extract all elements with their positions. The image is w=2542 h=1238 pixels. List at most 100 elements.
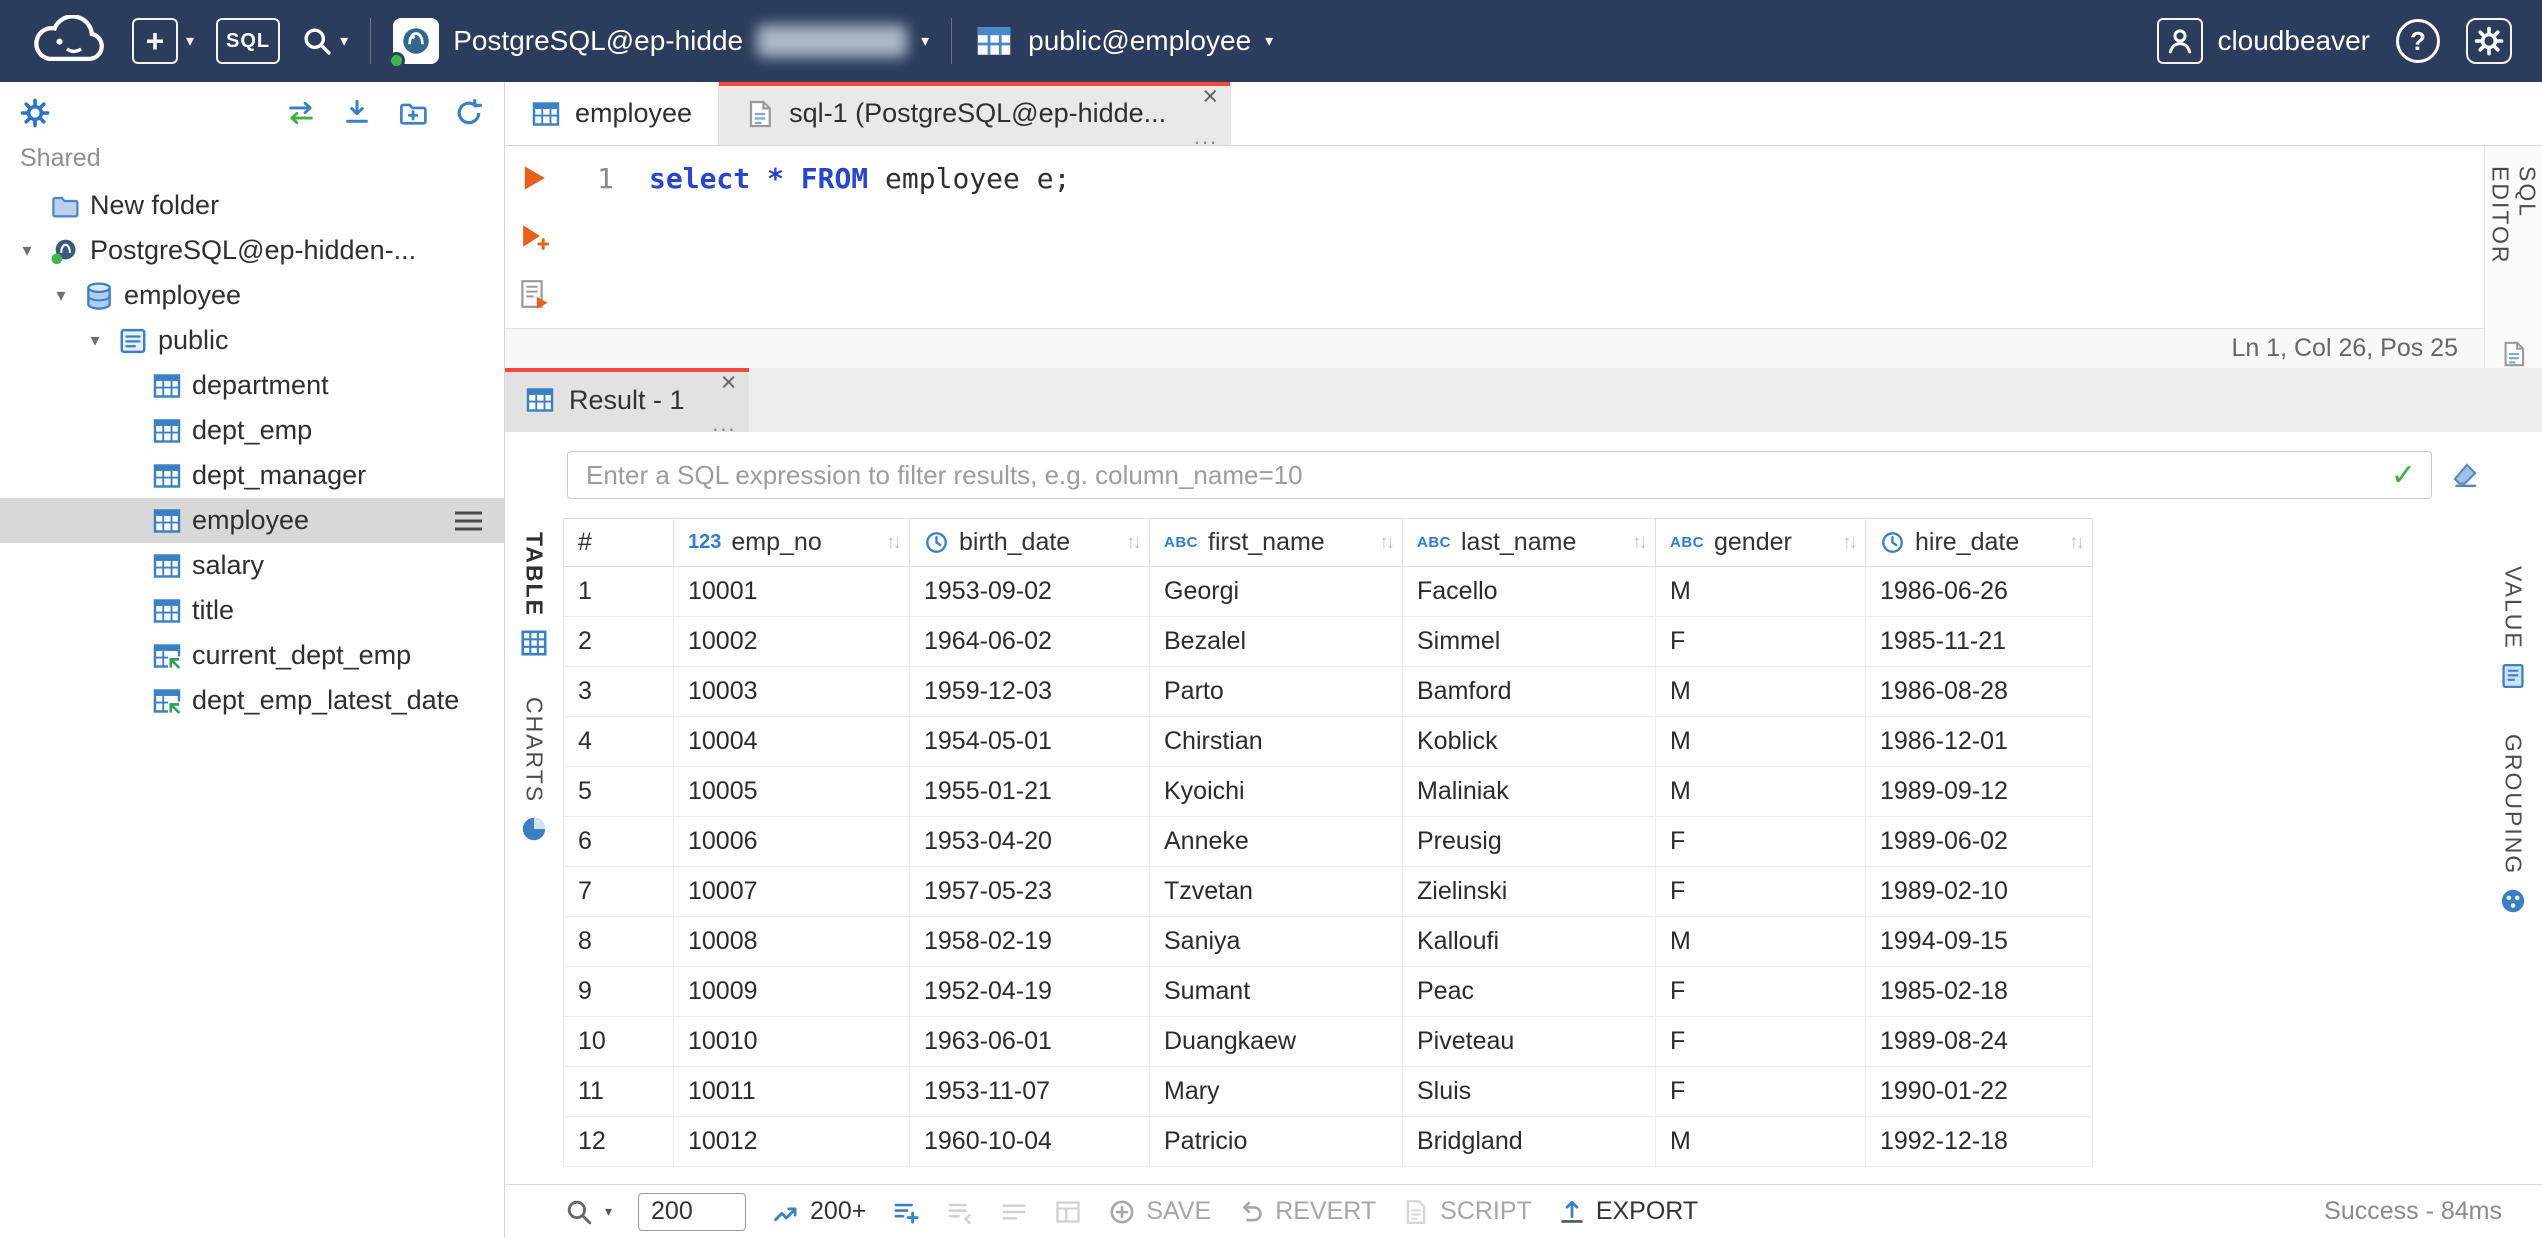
add-row-icon[interactable] [892,1198,920,1226]
sidebar-item-employee[interactable]: ▾ employee [0,273,504,318]
row-number-cell[interactable]: 3 [563,666,674,717]
grid-cell[interactable]: Peac [1402,966,1656,1017]
grid-cell[interactable]: 10004 [673,716,910,767]
grid-cell[interactable]: Sumant [1149,966,1403,1017]
sidebar-item-title[interactable]: title [0,588,504,633]
editor-tab-sql-1-postgresql-ep-hidde[interactable]: sql-1 (PostgreSQL@ep-hidde... ×... [719,82,1232,147]
column-header-first-name[interactable]: ABC first_name ↑↓ [1149,518,1403,567]
grid-cell[interactable]: 1953-09-02 [909,566,1150,617]
grid-cell[interactable]: M [1655,666,1866,717]
execute-script-icon[interactable] [518,278,550,310]
save-button[interactable]: SAVE [1108,1197,1211,1226]
execute-query-icon[interactable] [518,162,550,194]
sort-icon[interactable]: ↑↓ [886,532,902,554]
sort-icon[interactable]: ↑↓ [1842,532,1858,554]
new-folder-icon[interactable] [398,98,428,128]
grid-cell[interactable]: Kalloufi [1402,916,1656,967]
connection-search-button[interactable]: ▾ [302,26,348,56]
sort-icon[interactable]: ↑↓ [1126,532,1142,554]
editor-tab-employee[interactable]: employee [505,82,720,145]
sort-icon[interactable]: ↑↓ [1379,532,1395,554]
grid-cell[interactable]: 1986-08-28 [1865,666,2093,717]
sidebar-item-postgresql-ep-hidden[interactable]: ▾ PostgreSQL@ep-hidden-... [0,228,504,273]
connection-selector[interactable]: PostgreSQL@ep-hidde ▾ [388,18,929,69]
sidebar-item-dept-emp[interactable]: dept_emp [0,408,504,453]
help-button[interactable]: ? [2396,19,2440,63]
grid-cell[interactable]: M [1655,916,1866,967]
grid-cell[interactable]: Zielinski [1402,866,1656,917]
grid-cell[interactable]: M [1655,1116,1866,1167]
grid-cell[interactable]: M [1655,716,1866,767]
grid-cell[interactable]: Georgi [1149,566,1403,617]
grid-cell[interactable]: Parto [1149,666,1403,717]
sort-icon[interactable]: ↑↓ [1632,532,1648,554]
grid-cell[interactable]: 1989-02-10 [1865,866,2093,917]
grid-cell[interactable]: Piveteau [1402,1016,1656,1067]
sidebar-item-employee[interactable]: employee [0,498,504,543]
sidebar-item-dept-emp-latest-date[interactable]: dept_emp_latest_date [0,678,504,723]
grid-cell[interactable]: M [1655,766,1866,817]
grid-cell[interactable]: 1960-10-04 [909,1116,1150,1167]
presentation-tab-charts[interactable]: CHARTS [520,697,548,843]
grid-cell[interactable]: Bezalel [1149,616,1403,667]
fetch-size-input[interactable] [638,1192,747,1231]
cloudbeaver-logo-icon[interactable] [30,15,110,67]
grid-cell[interactable]: 10003 [673,666,910,717]
grid-cell[interactable]: Simmel [1402,616,1656,667]
grid-cell[interactable]: Patricio [1149,1116,1403,1167]
sync-arrows-icon[interactable] [286,98,316,128]
clear-filter-eraser-icon[interactable] [2450,460,2480,490]
presentation-tab-table[interactable]: TABLE [520,532,548,657]
refresh-result-button[interactable]: ▾ [565,1198,612,1226]
grid-cell[interactable]: 10011 [673,1066,910,1117]
grid-cell[interactable]: Duangkaew [1149,1016,1403,1067]
grid-cell[interactable]: 10008 [673,916,910,967]
tab-menu-dots-icon[interactable]: ... [712,412,736,434]
grid-cell[interactable]: 1992-12-18 [1865,1116,2093,1167]
sort-icon[interactable]: ↑↓ [2069,532,2085,554]
sql-editor-vertical-tab[interactable]: SQL EDITOR [2487,166,2541,320]
grid-cell[interactable]: Mary [1149,1066,1403,1117]
grid-cell[interactable]: 1986-06-26 [1865,566,2093,617]
grid-cell[interactable]: 10001 [673,566,910,617]
grid-cell[interactable]: Facello [1402,566,1656,617]
row-number-cell[interactable]: 6 [563,816,674,867]
tree-settings-gear-icon[interactable] [20,98,50,128]
export-button[interactable]: EXPORT [1558,1197,1698,1226]
grid-cell[interactable]: 1959-12-03 [909,666,1150,717]
grid-cell[interactable]: Preusig [1402,816,1656,867]
grid-cell[interactable]: 1955-01-21 [909,766,1150,817]
grid-cell[interactable]: 1957-05-23 [909,866,1150,917]
filter-input[interactable] [567,451,2432,499]
grid-cell[interactable]: 1958-02-19 [909,916,1150,967]
grid-cell[interactable]: 10005 [673,766,910,817]
new-connection-button[interactable]: + ▾ [132,18,194,64]
schema-selector[interactable]: public@employee ▾ [974,21,1273,61]
grid-cell[interactable]: F [1655,866,1866,917]
grid-cell[interactable]: 10012 [673,1116,910,1167]
sidebar-item-new-folder[interactable]: New folder [0,183,504,228]
grid-cell[interactable]: F [1655,616,1866,667]
column-header-last-name[interactable]: ABC last_name ↑↓ [1402,518,1656,567]
grid-cell[interactable]: Koblick [1402,716,1656,767]
grid-cell[interactable]: Anneke [1149,816,1403,867]
row-number-header[interactable]: # [563,518,674,567]
sidebar-item-public[interactable]: ▾ public [0,318,504,363]
grid-cell[interactable]: 10007 [673,866,910,917]
grid-cell[interactable]: 10010 [673,1016,910,1067]
grid-cell[interactable]: 1952-04-19 [909,966,1150,1017]
row-number-cell[interactable]: 11 [563,1066,674,1117]
grid-cell[interactable]: 1989-08-24 [1865,1016,2093,1067]
delete-row-icon[interactable] [946,1198,974,1226]
grid-cell[interactable]: Maliniak [1402,766,1656,817]
row-number-cell[interactable]: 5 [563,766,674,817]
row-number-cell[interactable]: 9 [563,966,674,1017]
grid-cell[interactable]: Tzvetan [1149,866,1403,917]
revert-button[interactable]: REVERT [1237,1197,1376,1226]
grid-edit-icon[interactable] [1054,1198,1082,1226]
close-icon[interactable]: × [721,369,737,396]
grid-cell[interactable]: 1994-09-15 [1865,916,2093,967]
grid-cell[interactable]: 1953-04-20 [909,816,1150,867]
row-number-cell[interactable]: 2 [563,616,674,667]
panel-tab-grouping[interactable]: GROUPING [2499,734,2527,915]
